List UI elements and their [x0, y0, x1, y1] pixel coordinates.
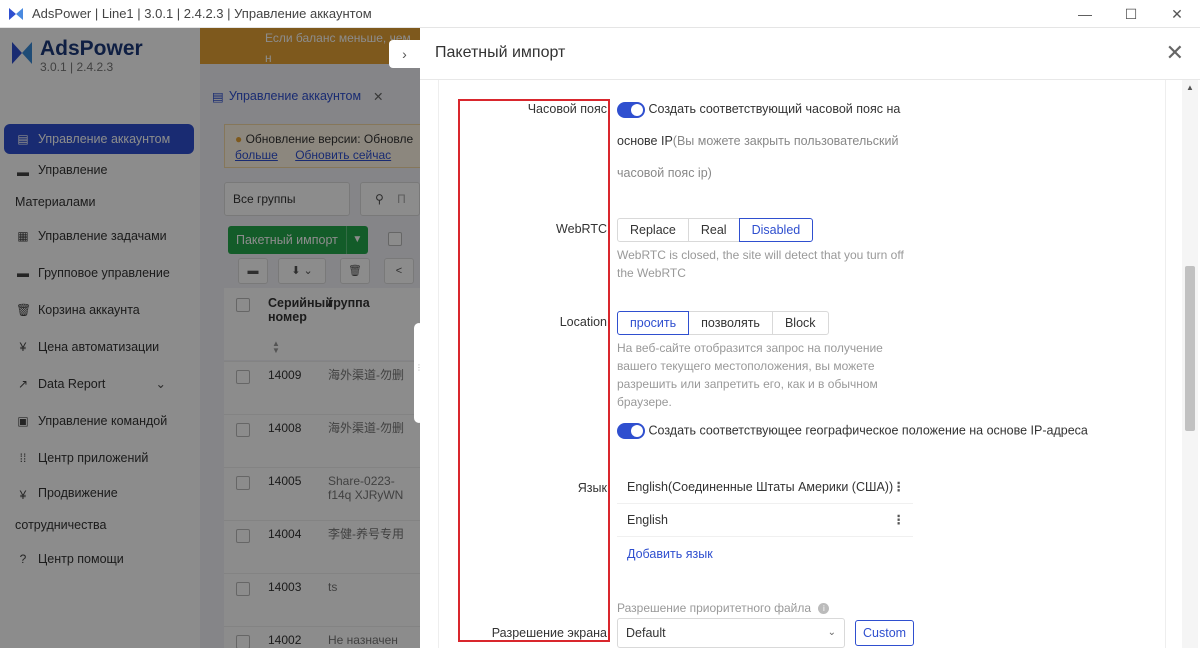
webrtc-hint-line2: the WebRTC [617, 266, 686, 280]
location-hint: На веб-сайте отобразится запрос на получ… [617, 339, 1088, 411]
batch-import-drawer: Пакетный импорт ✕ Часовой пояс WebRTC Lo… [420, 28, 1200, 648]
title-bar: AdsPower | Line1 | 3.0.1 | 2.4.2.3 | Упр… [0, 0, 1200, 28]
location-field: просить позволять Block На веб-сайте ото… [617, 311, 1088, 439]
timezone-text-muted: (Вы можете закрыть пользовательский [672, 134, 899, 148]
timezone-text-line2: основе IP [617, 134, 673, 148]
window-close-button[interactable]: ✕ [1154, 0, 1200, 28]
custom-resolution-button[interactable]: Custom [855, 620, 915, 646]
more-vertical-icon[interactable]: ⋮ [893, 471, 906, 504]
location-option-ask[interactable]: просить [617, 311, 690, 335]
location-hint-line4: браузере. [617, 395, 672, 409]
drawer-form: Часовой пояс WebRTC Location Язык Разреш… [438, 80, 1166, 648]
resolution-select-value: Default [626, 626, 666, 640]
webrtc-segmented: Replace Real Disabled [617, 218, 904, 242]
resolution-priority: Разрешение приоритетного файла i [617, 601, 830, 615]
language-item[interactable]: English ⋮ [617, 504, 913, 537]
webrtc-field: Replace Real Disabled WebRTC is closed, … [617, 218, 904, 282]
language-label: Язык [577, 481, 607, 495]
modal-overlay[interactable] [0, 28, 420, 648]
webrtc-option-replace[interactable]: Replace [617, 218, 689, 242]
timezone-label: Часовой пояс [527, 102, 607, 116]
more-vertical-icon[interactable]: ⋮ [893, 504, 906, 537]
resolution-controls: Default ⌄ Custom [617, 618, 915, 648]
webrtc-option-disabled[interactable]: Disabled [738, 218, 814, 242]
location-hint-line2: вашего текущего местоположения, вы может… [617, 359, 875, 373]
location-label: Location [559, 315, 607, 329]
scroll-thumb[interactable] [1185, 266, 1195, 431]
window-title: AdsPower | Line1 | 3.0.1 | 2.4.2.3 | Упр… [32, 6, 372, 21]
resolution-label: Разрешение экрана [491, 626, 607, 640]
resolution-priority-label: Разрешение приоритетного файла [617, 601, 812, 615]
minimize-button[interactable]: — [1062, 0, 1108, 28]
location-segmented: просить позволять Block [617, 311, 1088, 335]
collapse-drawer-button[interactable]: › [389, 40, 420, 68]
geo-toggle[interactable] [617, 423, 645, 439]
form-labels: Часовой пояс WebRTC Location Язык Разреш… [439, 80, 607, 648]
language-item-label: English(Соединенные Штаты Америки (США)) [627, 480, 894, 494]
add-language-link[interactable]: Добавить язык [627, 547, 713, 561]
drawer-title: Пакетный импорт [435, 44, 566, 61]
timezone-text-main: Создать соответствующий часовой пояс на [648, 102, 901, 116]
location-option-block[interactable]: Block [771, 311, 829, 335]
location-option-allow[interactable]: позволять [688, 311, 773, 335]
webrtc-option-real[interactable]: Real [687, 218, 740, 242]
location-hint-line3: разрешить или запретить его, как и в обы… [617, 377, 878, 391]
maximize-button[interactable]: ☐ [1108, 0, 1154, 28]
language-item-label: English [627, 513, 668, 527]
app-logo-icon [9, 7, 23, 20]
language-item[interactable]: English(Соединенные Штаты Америки (США))… [617, 471, 913, 504]
geo-toggle-row: Создать соответствующее географическое п… [617, 423, 1088, 439]
timezone-field: Создать соответствующий часовой пояс на … [617, 93, 917, 189]
drawer-header: Пакетный импорт ✕ [420, 28, 1200, 80]
location-hint-line1: На веб-сайте отобразится запрос на получ… [617, 341, 883, 355]
resolution-select[interactable]: Default ⌄ [617, 618, 845, 648]
timezone-text-line3: часовой пояс ip) [617, 166, 712, 180]
webrtc-hint-line1: WebRTC is closed, the site will detect t… [617, 248, 904, 262]
drawer-close-button[interactable]: ✕ [1166, 40, 1184, 66]
timezone-text: Создать соответствующий часовой пояс на … [617, 93, 917, 189]
timezone-toggle[interactable] [617, 101, 645, 118]
info-icon[interactable]: i [818, 603, 830, 615]
webrtc-hint: WebRTC is closed, the site will detect t… [617, 246, 904, 282]
geo-toggle-text: Создать соответствующее географическое п… [648, 423, 1088, 438]
drawer-scrollbar[interactable]: ▲ [1182, 80, 1198, 648]
scroll-up-icon[interactable]: ▲ [1182, 80, 1198, 96]
webrtc-label: WebRTC [556, 222, 607, 236]
chevron-down-icon: ⌄ [827, 627, 836, 638]
